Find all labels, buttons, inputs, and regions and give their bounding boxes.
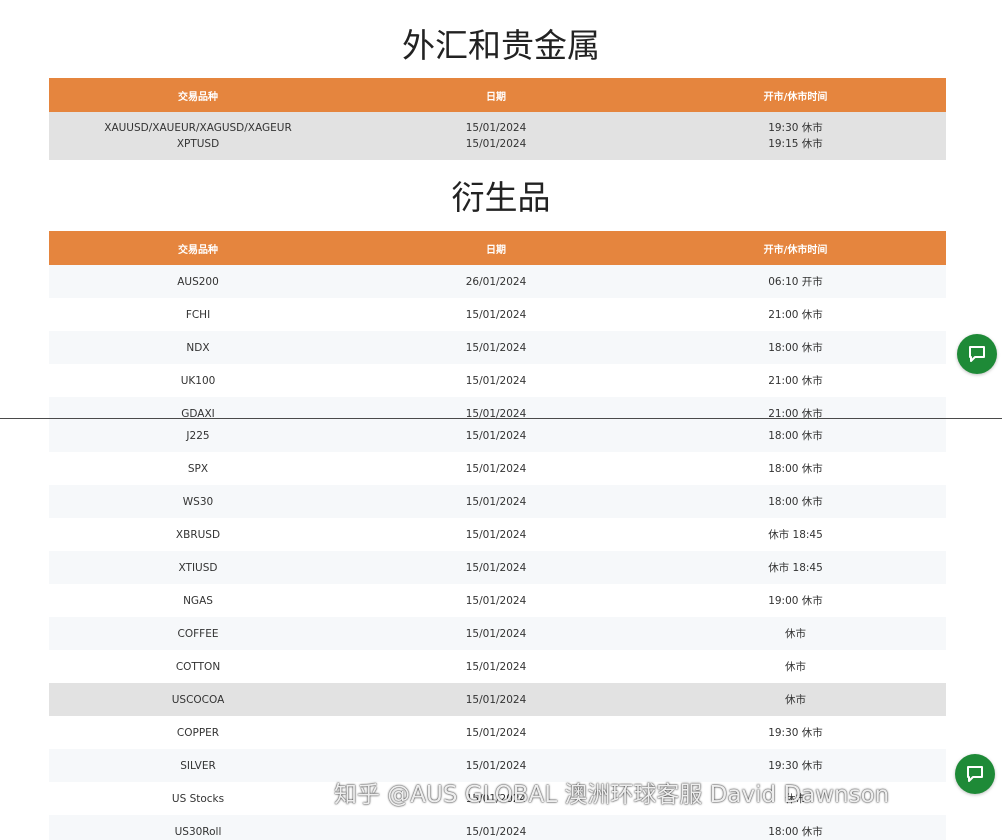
- cell-date: 15/01/2024: [465, 374, 527, 387]
- cell-symbol: US Stocks: [171, 792, 225, 805]
- cell-date: 15/01/2024: [465, 594, 527, 607]
- cell-symbol: SILVER: [180, 759, 216, 772]
- cell-date: 15/01/2024: [465, 759, 527, 772]
- cell-symbol: NGAS: [183, 594, 213, 607]
- cell-date-line: 15/01/2024: [465, 122, 527, 134]
- cell-symbol: GDAXI: [181, 407, 215, 419]
- table-row: COTTON 15/01/2024 休市: [49, 650, 946, 683]
- cell-time: 19:30 休市: [768, 727, 823, 739]
- cell-time: 休市 18:45: [768, 529, 823, 541]
- cell-symbol: US30Roll: [174, 825, 222, 838]
- chat-icon: [969, 346, 985, 362]
- table-row: FCHI 15/01/2024 21:00 休市: [49, 298, 946, 331]
- cell-symbol: UK100: [180, 374, 216, 387]
- header-symbol: 交易品种: [178, 91, 218, 103]
- cell-date: 15/01/2024: [465, 429, 527, 442]
- table-row: XTIUSD 15/01/2024 休市 18:45: [49, 551, 946, 584]
- cell-symbol: XBRUSD: [175, 528, 221, 541]
- table-row: USCOCOA 15/01/2024 休市: [49, 683, 946, 716]
- derivatives-rows-top: AUS200 26/01/2024 06:10 开市 FCHI 15/01/2024 21…: [49, 265, 946, 418]
- table-row: AUS200 26/01/2024 06:10 开市: [49, 265, 946, 298]
- cell-date: 15/01/2024: [465, 407, 527, 419]
- cell-symbol: COFFEE: [177, 627, 219, 640]
- cell-time: 19:30 休市 19:15 休市: [645, 120, 946, 152]
- table-row: COFFEE 15/01/2024 休市: [49, 617, 946, 650]
- cell-time: 21:00 休市: [768, 309, 823, 321]
- cell-date: 15/01/2024: [465, 627, 527, 640]
- cell-date: 15/01/2024: [465, 726, 527, 739]
- header-time: 开市/休市时间: [763, 244, 828, 256]
- cell-time: 19:00 休市: [768, 595, 823, 607]
- header-time: 开市/休市时间: [763, 91, 828, 103]
- cell-date: 15/01/2024: [465, 462, 527, 475]
- header-date: 日期: [486, 91, 506, 103]
- cell-time: 19:30 休市: [768, 760, 823, 772]
- table-row: XAUUSD/XAUEUR/XAGUSD/XAGEUR XPTUSD 15/01…: [49, 112, 946, 160]
- table-row: COPPER 15/01/2024 19:30 休市: [49, 716, 946, 749]
- chat-button[interactable]: [955, 754, 995, 794]
- cell-symbol: FCHI: [185, 308, 211, 321]
- cell-date: 15/01/2024: [465, 693, 527, 706]
- cell-time: 21:00 休市: [768, 375, 823, 387]
- header-date: 日期: [486, 244, 506, 256]
- cell-time: 18:00 休市: [768, 496, 823, 508]
- cell-time: 休市: [785, 628, 806, 640]
- derivatives-section-title: 衍生品: [451, 178, 551, 217]
- cell-date: 15/01/2024: [465, 495, 527, 508]
- cell-time: 18:00 休市: [768, 430, 823, 442]
- forex-table: 交易品种 日期 开市/休市时间 XAUUSD/XAUEUR/XAGUSD/XAG…: [49, 78, 946, 160]
- table-row: US30Roll 15/01/2024 18:00 休市: [49, 815, 946, 840]
- cell-symbol: AUS200: [177, 275, 219, 288]
- cell-symbol: XTIUSD: [178, 561, 218, 574]
- cell-date: 15/01/2024: [465, 660, 527, 673]
- cell-time: 18:00 休市: [768, 463, 823, 475]
- cell-date: 15/01/2024: [465, 561, 527, 574]
- table-row: XBRUSD 15/01/2024 休市 18:45: [49, 518, 946, 551]
- forex-section-title: 外汇和贵金属: [402, 26, 600, 65]
- cell-time: 06:10 开市: [768, 276, 823, 288]
- chat-button[interactable]: [957, 334, 997, 374]
- cell-date: 15/01/2024: [465, 825, 527, 838]
- cell-symbol: NDX: [186, 341, 210, 354]
- cell-symbol: COTTON: [175, 660, 221, 673]
- cell-symbol: WS30: [182, 495, 214, 508]
- table-row: UK100 15/01/2024 21:00 休市: [49, 364, 946, 397]
- cell-time-line: 19:15 休市: [768, 138, 823, 150]
- cell-date-line: 15/01/2024: [465, 138, 527, 150]
- cell-time: 休市: [785, 661, 806, 673]
- cell-time: 18:00 休市: [768, 826, 823, 838]
- cell-date: 15/01/2024: [465, 528, 527, 541]
- forex-table-header: 交易品种 日期 开市/休市时间: [49, 78, 946, 112]
- header-symbol: 交易品种: [178, 244, 218, 256]
- cell-symbol: COPPER: [176, 726, 220, 739]
- derivatives-table-top: 交易品种 日期 开市/休市时间 AUS200 26/01/2024 06:10 开市…: [49, 231, 946, 418]
- cell-symbol: J225: [186, 429, 210, 442]
- cell-time: 21:00 休市: [768, 408, 823, 418]
- cell-symbol: XAUUSD/XAUEUR/XAGUSD/XAGEUR XPTUSD: [49, 120, 347, 152]
- cell-symbol-line: XAUUSD/XAUEUR/XAGUSD/XAGEUR: [104, 122, 292, 134]
- table-row: NGAS 15/01/2024 19:00 休市: [49, 584, 946, 617]
- cell-date: 15/01/2024: [465, 341, 527, 354]
- table-row: J225 15/01/2024 18:00 休市: [49, 419, 946, 452]
- cell-date: 26/01/2024: [465, 275, 527, 288]
- table-row: SPX 15/01/2024 18:00 休市: [49, 452, 946, 485]
- chat-icon: [967, 766, 983, 782]
- cell-time-line: 19:30 休市: [768, 122, 823, 134]
- cell-symbol: SPX: [187, 462, 209, 475]
- table-row: GDAXI 15/01/2024 21:00 休市: [49, 397, 946, 418]
- watermark: 知乎 @AUS GLOBAL 澳洲环球客服 David Dawnson: [334, 782, 890, 808]
- cell-time: 休市: [785, 694, 806, 706]
- table-row: WS30 15/01/2024 18:00 休市: [49, 485, 946, 518]
- table-row: NDX 15/01/2024 18:00 休市: [49, 331, 946, 364]
- cell-time: 18:00 休市: [768, 342, 823, 354]
- cell-date: 15/01/2024 15/01/2024: [347, 120, 645, 152]
- derivatives-table-header: 交易品种 日期 开市/休市时间: [49, 231, 946, 265]
- cell-date: 15/01/2024: [465, 308, 527, 321]
- cell-symbol: USCOCOA: [171, 693, 225, 706]
- cell-time: 休市 18:45: [768, 562, 823, 574]
- cell-symbol-line: XPTUSD: [176, 138, 220, 150]
